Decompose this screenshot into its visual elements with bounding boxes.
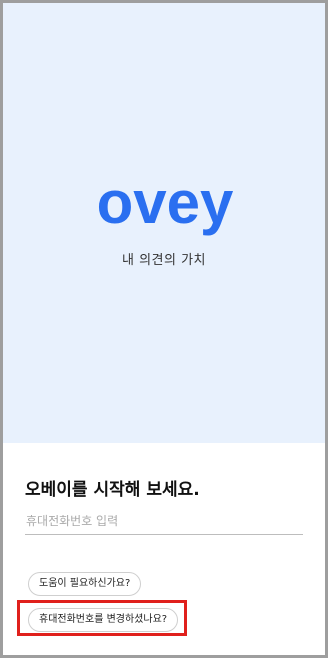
hero-section: ovey 내 의견의 가치 bbox=[3, 3, 325, 443]
highlight-box bbox=[17, 600, 187, 636]
logo-text: ovey bbox=[97, 171, 234, 236]
help-button[interactable]: 도움이 필요하신가요? bbox=[28, 572, 142, 596]
tagline: 내 의견의 가치 bbox=[121, 253, 207, 268]
phone-number-input[interactable] bbox=[25, 507, 303, 535]
signup-headline: 오베이를 시작해 보세요. bbox=[25, 480, 200, 500]
ovey-logo: ovey bbox=[97, 171, 234, 236]
app-screen: ovey 내 의견의 가치 오베이를 시작해 보세요. 도움이 필요하신가요? … bbox=[0, 0, 328, 658]
